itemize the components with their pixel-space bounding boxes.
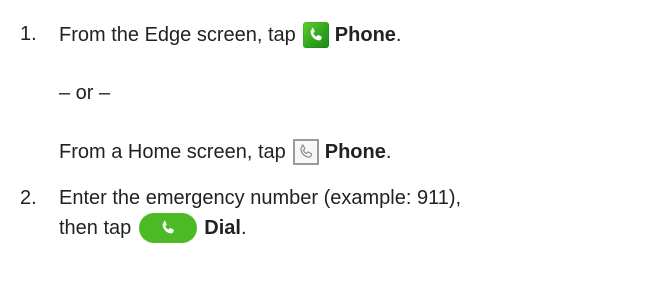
dial-button-icon	[139, 213, 198, 243]
phone-home-icon	[292, 139, 319, 165]
instruction-text: From the Edge screen, tap	[59, 24, 296, 46]
instruction-text: From a Home screen, tap	[59, 141, 286, 163]
phone-label: Phone	[324, 141, 386, 163]
period: .	[385, 141, 392, 163]
dial-label: Dial	[204, 217, 241, 239]
step-1-alt-line: From a Home screen, tap Phone .	[59, 139, 391, 165]
or-separator: – or –	[59, 82, 111, 104]
step-2-line-1: Enter the emergency number (example: 911…	[59, 187, 462, 209]
step-text: From the Edge screen, tap Phone .	[59, 22, 401, 48]
phone-label: Phone	[334, 24, 396, 46]
step-2: 2. Enter the emergency number (example: …	[20, 186, 461, 243]
phone-edge-icon	[302, 22, 329, 48]
step-1: 1. From the Edge screen, tap Phone .	[20, 22, 401, 48]
step-1-line: From the Edge screen, tap Phone .	[59, 22, 401, 48]
step-2-line-2: then tap Dial .	[59, 213, 461, 243]
instruction-text: then tap	[59, 217, 132, 239]
step-number: 2.	[20, 187, 37, 209]
period: .	[395, 24, 402, 46]
period: .	[240, 217, 247, 239]
step-number: 1.	[20, 23, 37, 45]
step-text: Enter the emergency number (example: 911…	[59, 186, 461, 243]
